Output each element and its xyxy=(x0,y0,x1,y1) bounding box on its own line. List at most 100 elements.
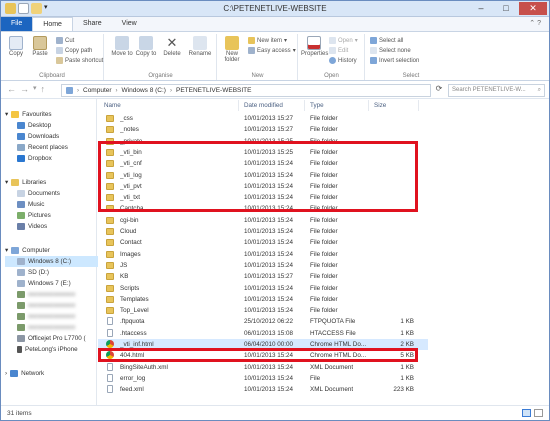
file-name: _vti_pvt xyxy=(120,182,142,190)
file-row[interactable]: KB 10/01/2013 15:27 File folder xyxy=(98,271,428,282)
maximize-button[interactable]: □ xyxy=(494,2,518,15)
file-date: 10/01/2013 15:24 xyxy=(244,171,294,179)
file-row[interactable]: BingSiteAuth.xml 10/01/2013 15:24 XML Docu… xyxy=(98,362,428,373)
select-all-button[interactable]: Select all xyxy=(370,37,403,44)
forward-arrow-icon[interactable]: → xyxy=(20,84,29,94)
file-row[interactable]: Cloud 10/01/2013 15:24 File folder xyxy=(98,226,428,237)
refresh-icon[interactable]: ⟳ xyxy=(434,84,444,97)
file-row[interactable]: Images 10/01/2013 15:24 File folder xyxy=(98,249,428,260)
up-arrow-icon[interactable]: ↑ xyxy=(41,84,46,94)
file-row[interactable]: _css 10/01/2013 15:27 File folder xyxy=(98,113,428,124)
file-row[interactable]: Scripts 10/01/2013 15:24 File folder xyxy=(98,283,428,294)
file-row[interactable]: _private 10/01/2013 15:25 File folder xyxy=(98,136,428,147)
close-button[interactable]: ✕ xyxy=(519,2,547,15)
back-arrow-icon[interactable]: ← xyxy=(7,84,16,94)
file-row[interactable]: JS 10/01/2013 15:24 File folder xyxy=(98,260,428,271)
file-row[interactable]: error_log 10/01/2013 15:24 File 1 KB xyxy=(98,373,428,384)
column-header-size[interactable]: Size xyxy=(374,99,386,112)
tab-home[interactable]: Home xyxy=(32,17,73,31)
file-row[interactable]: _vti_txt 10/01/2013 15:24 File folder xyxy=(98,192,428,203)
breadcrumb-folder[interactable]: PETENETLIVE-WEBSITE xyxy=(176,87,252,94)
file-size: 1 KB xyxy=(400,374,414,382)
file-row[interactable]: Templates 10/01/2013 15:24 File folder xyxy=(98,294,428,305)
history-label: History xyxy=(338,57,357,64)
history-button[interactable]: History xyxy=(329,57,357,64)
file-row[interactable]: cgi-bin 10/01/2013 15:24 File folder xyxy=(98,215,428,226)
tab-file[interactable]: File xyxy=(1,17,33,31)
nav-libraries[interactable]: ▾ Libraries xyxy=(5,177,100,188)
file-row[interactable]: _vti_bin 10/01/2013 15:25 File folder xyxy=(98,147,428,158)
column-divider[interactable] xyxy=(418,100,419,111)
nav-drive-c[interactable]: Windows 8 (C:) xyxy=(5,256,100,267)
open-button[interactable]: Open ▾ xyxy=(329,37,358,44)
file-row[interactable]: Top_Level 10/01/2013 15:24 File folder xyxy=(98,305,428,316)
copy-button[interactable]: Copy xyxy=(5,35,27,57)
nav-downloads-label: Downloads xyxy=(28,133,60,140)
file-row[interactable]: feed.xml 10/01/2013 15:24 XML Document 223 … xyxy=(98,384,428,395)
copy-to-button[interactable]: Copy to xyxy=(135,35,157,57)
file-name: Captcha xyxy=(120,205,144,213)
drive-icon xyxy=(17,280,25,287)
column-divider[interactable] xyxy=(304,100,305,111)
large-icons-view-icon[interactable] xyxy=(534,409,543,417)
move-to-button[interactable]: Move to xyxy=(111,35,133,57)
minimize-button[interactable]: – xyxy=(469,2,493,15)
nav-network[interactable]: › Network xyxy=(5,368,100,379)
column-header-type[interactable]: Type xyxy=(310,99,324,112)
file-row[interactable]: _vti_cnf 10/01/2013 15:24 File folder xyxy=(98,158,428,169)
column-divider[interactable] xyxy=(368,100,369,111)
nav-favourites-label: Favourites xyxy=(22,111,52,118)
address-bar[interactable]: › Computer › Windows 8 (C:) › PETENETLIV… xyxy=(61,84,431,97)
chevron-down-icon[interactable]: ▾ xyxy=(33,84,37,94)
breadcrumb-computer[interactable]: Computer xyxy=(83,87,112,94)
file-list: Name Date modified Type Size _css 10/01/2… xyxy=(98,99,549,405)
folder-icon xyxy=(106,250,114,258)
invert-selection-button[interactable]: Invert selection xyxy=(370,57,419,64)
nav-favourites[interactable]: ▾ Favourites xyxy=(5,109,100,120)
column-header-date[interactable]: Date modified xyxy=(244,99,283,112)
nav-blurred-label: xxxxxxxxxxxxxxx xyxy=(28,291,76,298)
folder-icon xyxy=(106,307,114,315)
ribbon: Copy Paste Cut Copy path Paste shortcut … xyxy=(1,31,549,81)
tab-view[interactable]: View xyxy=(112,17,147,31)
new-item-icon xyxy=(248,37,255,44)
properties-button[interactable]: Properties xyxy=(301,35,328,57)
file-date: 10/01/2013 15:24 xyxy=(244,216,294,224)
paste-button[interactable]: Paste xyxy=(29,35,51,57)
column-header-name[interactable]: Name xyxy=(104,99,121,112)
network-drive-icon xyxy=(17,291,25,298)
details-view-icon[interactable] xyxy=(522,409,531,417)
file-row[interactable]: _notes 10/01/2013 15:27 File folder xyxy=(98,124,428,135)
folder-icon xyxy=(106,148,114,156)
open-icon xyxy=(329,37,336,44)
column-divider[interactable] xyxy=(238,100,239,111)
copy-to-label: Copy to xyxy=(135,51,157,57)
tab-share[interactable]: Share xyxy=(73,17,112,31)
file-name: Images xyxy=(120,250,141,258)
search-input[interactable]: Search PETENETLIVE-W... ⌕ xyxy=(448,84,545,97)
file-row[interactable]: _vti_inf.html 06/04/2010 00:00 Chrome HTML… xyxy=(98,339,428,350)
file-row[interactable]: _vti_pvt 10/01/2013 15:24 File folder xyxy=(98,181,428,192)
copy-path-button[interactable]: Copy path xyxy=(56,47,92,54)
file-row[interactable]: .ftpquota 25/10/2012 06:22 FTPQUOTA File 1 … xyxy=(98,316,428,327)
move-to-label: Move to xyxy=(111,51,133,57)
new-item-button[interactable]: New item ▾ xyxy=(248,37,287,44)
file-row[interactable]: 404.html 10/01/2013 15:24 Chrome HTML Do..… xyxy=(98,350,428,361)
file-row[interactable]: _vti_log 10/01/2013 15:24 File folder xyxy=(98,170,428,181)
file-row[interactable]: .htaccess 06/01/2013 15:08 HTACCESS File 1 … xyxy=(98,328,428,339)
new-folder-button[interactable]: New folder xyxy=(220,35,244,63)
easy-access-button[interactable]: Easy access ▾ xyxy=(248,47,296,54)
file-name: KB xyxy=(120,273,129,281)
breadcrumb-drive[interactable]: Windows 8 (C:) xyxy=(122,87,166,94)
delete-button[interactable]: ✕ Delete xyxy=(161,35,183,58)
file-row[interactable]: Captcha 10/01/2013 15:24 File folder xyxy=(98,203,428,214)
ribbon-toggle-icon[interactable]: ⌃ ? xyxy=(529,19,541,27)
cut-button[interactable]: Cut xyxy=(56,37,74,44)
select-none-button[interactable]: Select none xyxy=(370,47,411,54)
file-icon xyxy=(107,385,113,394)
file-row[interactable]: Contact 10/01/2013 15:24 File folder xyxy=(98,237,428,248)
rename-button[interactable]: Rename xyxy=(187,35,213,57)
edit-button[interactable]: Edit xyxy=(329,47,348,54)
paste-shortcut-button[interactable]: Paste shortcut xyxy=(56,57,103,64)
nav-computer[interactable]: ▾ Computer xyxy=(5,245,100,256)
